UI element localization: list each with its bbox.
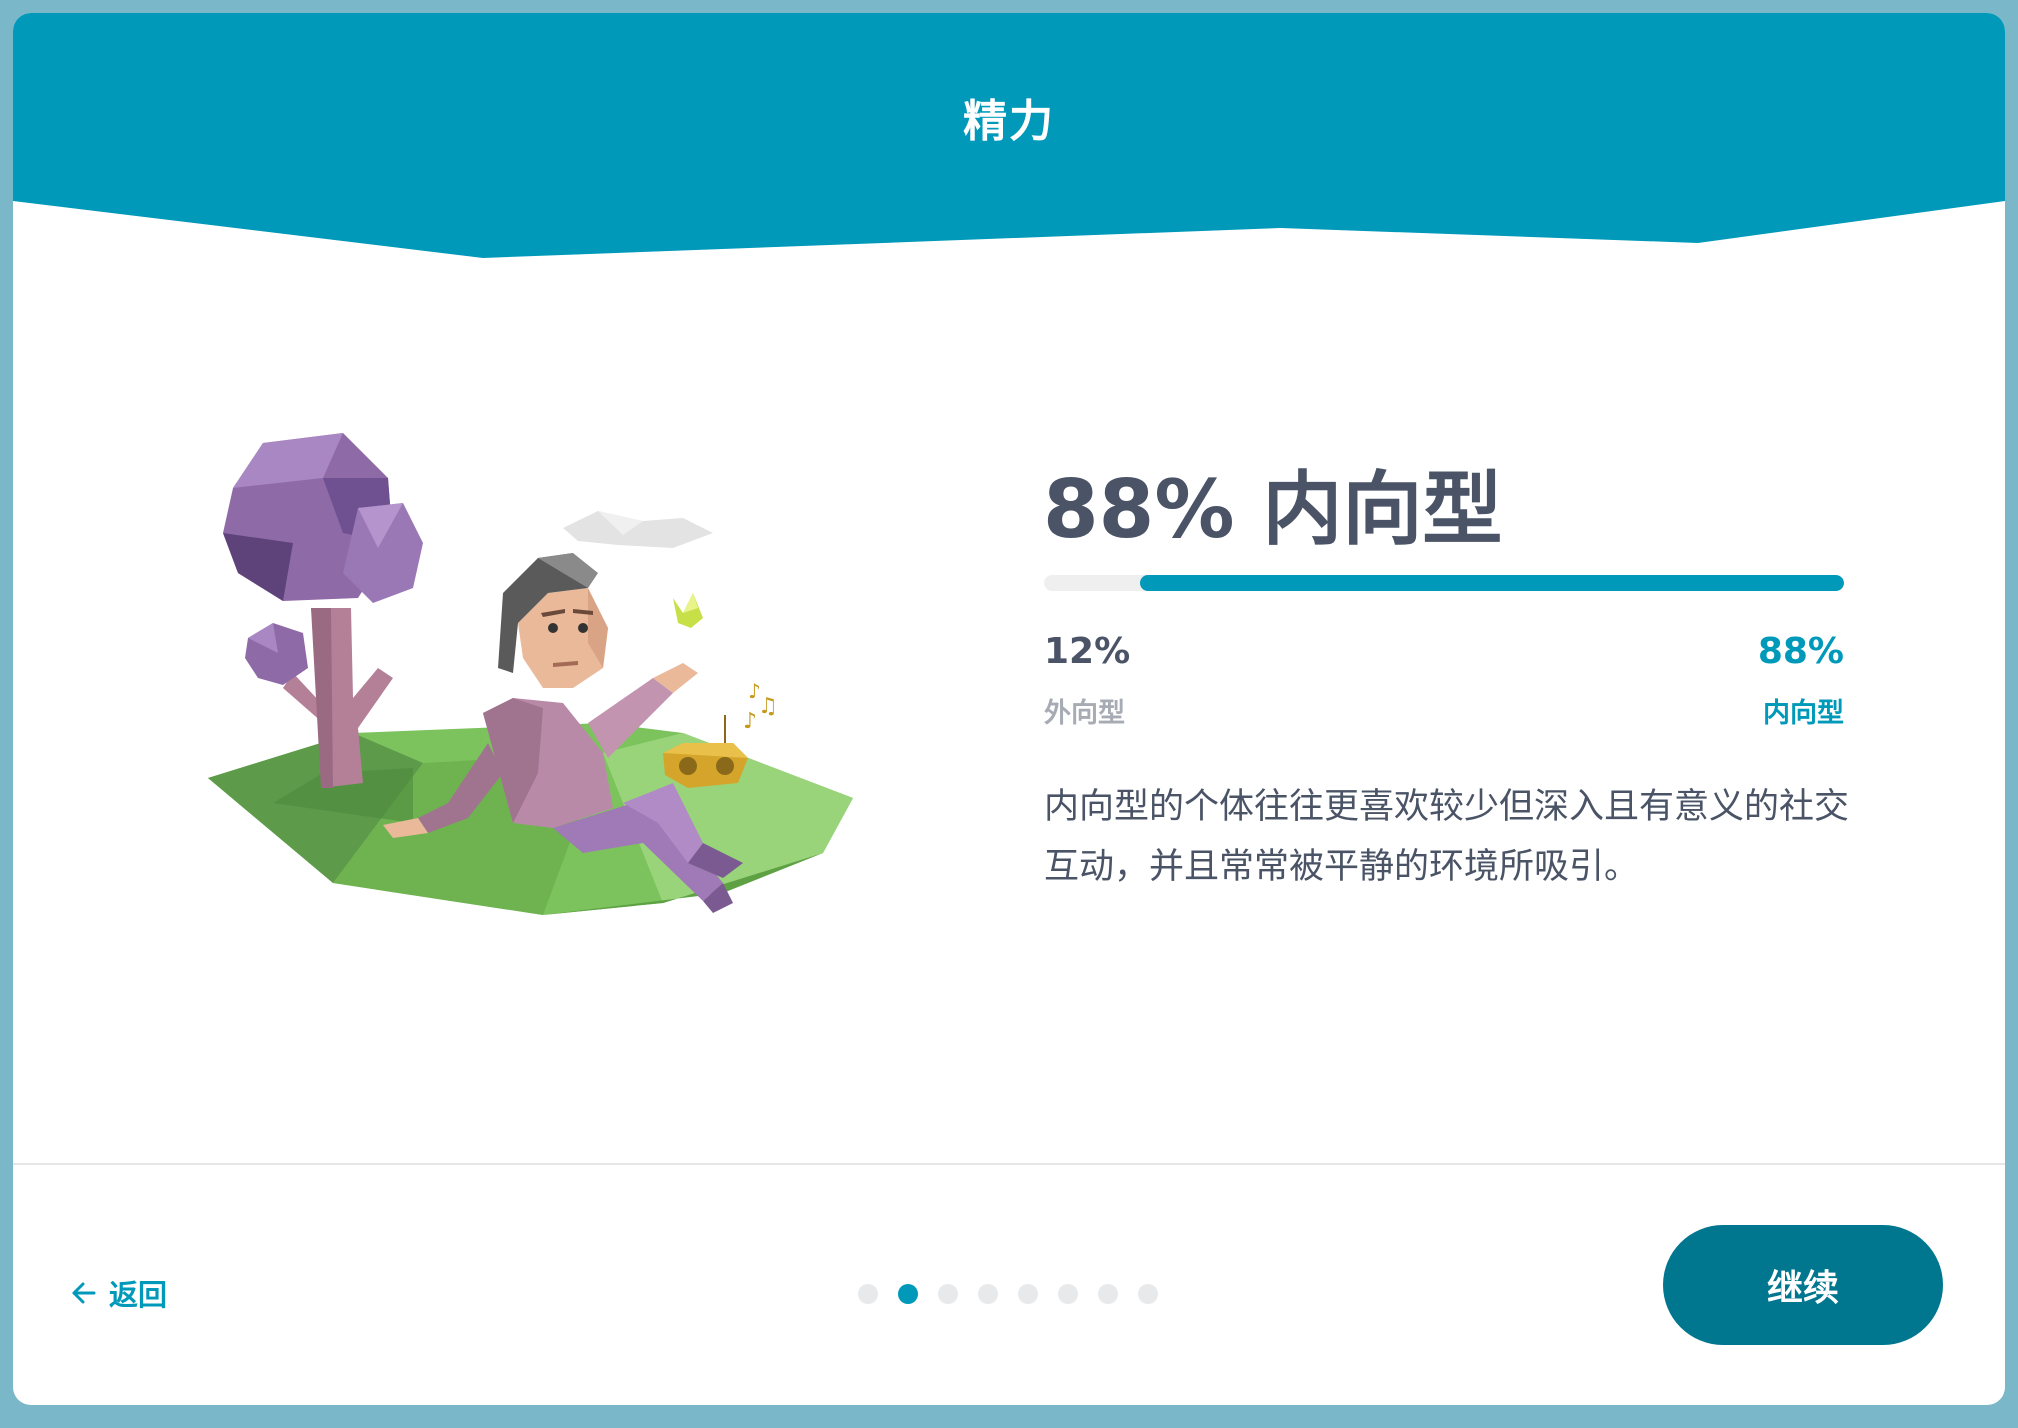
arrow-left-icon [72,1282,96,1304]
back-button[interactable]: 返回 [71,1271,167,1315]
page-dot [938,1284,958,1304]
continue-button[interactable]: 继续 [1663,1225,1943,1345]
page-dot [1138,1284,1158,1304]
page-dot [978,1284,998,1304]
page-dot [1018,1284,1038,1304]
page-dot [1058,1284,1078,1304]
result-description: 内向型的个体往往更喜欢较少但深入且有意义的社交互动，并且常常被平静的环境所吸引。 [1044,787,1850,887]
page-dot [1098,1284,1118,1304]
page-indicator [858,1284,1158,1304]
page-dot-active [898,1284,918,1304]
result-heading: 88% 内向型 [1043,463,1503,556]
svg-text:♪: ♪ [743,709,757,734]
introvert-percent: 88% [1757,631,1844,672]
svg-text:♪: ♪ [748,679,761,703]
introvert-progress-fill [1140,575,1844,591]
extrovert-percent: 12% [1044,631,1131,672]
page-title: 精力 [963,96,1055,147]
back-button-label: 返回 [109,1278,168,1312]
page-dot [858,1284,878,1304]
introvert-illustration: ♪ ♫ ♪ [208,433,853,915]
introvert-label: 内向型 [1763,698,1844,729]
svg-text:♫: ♫ [758,694,778,719]
extrovert-label: 外向型 [1044,698,1125,729]
result-card: 精力 ♪ ♫ ♪ 88% 内向型 12% 88% 外向型 内向型 内向型的个体往… [13,13,2005,1405]
introvert-progress-bar [1044,575,1844,591]
footer-divider [13,1163,2005,1165]
